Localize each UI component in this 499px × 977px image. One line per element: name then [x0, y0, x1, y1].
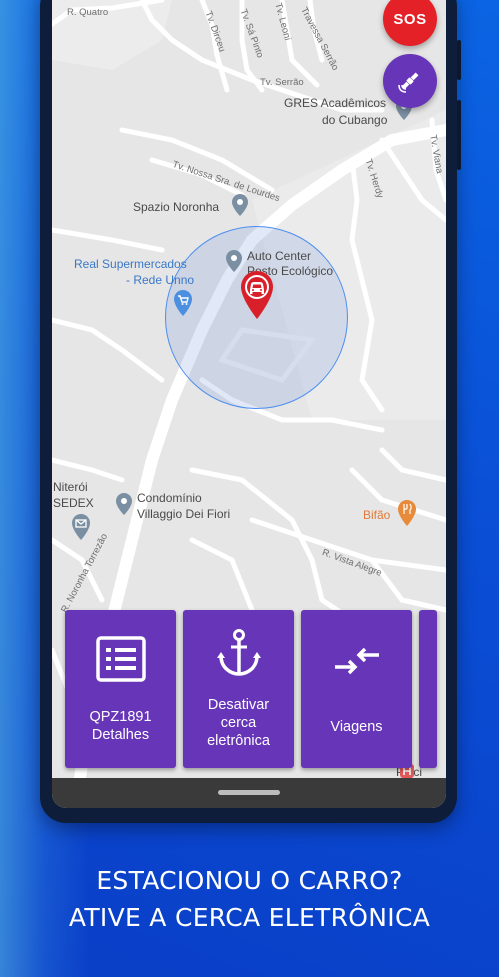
- place-label: Real Supermercados: [74, 257, 187, 271]
- place-label: Niterói: [53, 480, 88, 494]
- fence-label: cerca: [220, 715, 257, 731]
- place-label: SEDEX: [53, 496, 94, 510]
- place-label: Bifão: [363, 508, 391, 522]
- place-label: Condomínio: [137, 491, 202, 505]
- next-card-peek[interactable]: [419, 610, 437, 768]
- headline-line-2: ATIVE A CERCA ELETRÔNICA: [68, 903, 431, 932]
- navigation-bar: [52, 778, 446, 808]
- place-label: GRES Acadêmicos: [284, 96, 387, 110]
- anchor-icon: [216, 629, 261, 676]
- place-label: Villaggio Dei Fiori: [137, 507, 231, 521]
- list-icon: [95, 636, 146, 682]
- electronic-label: eletrônica: [207, 733, 270, 749]
- place-label: do Cubango: [322, 113, 388, 127]
- headline-line-1: ESTACIONOU O CARRO?: [96, 866, 403, 895]
- place-label: Spazio Noronha: [133, 200, 220, 214]
- trips-label: Viagens: [330, 719, 383, 735]
- volume-button: [457, 40, 461, 80]
- restaurant-pin-icon[interactable]: [398, 500, 416, 526]
- details-label: Detalhes: [91, 727, 150, 743]
- place-label: Auto Center: [247, 249, 312, 263]
- disable-geofence-card[interactable]: Desativar cerca eletrônica: [183, 610, 294, 768]
- phone-screen: R. Quatro Tv. Dirceu Tv. Sá Pinto Tv. Le…: [52, 0, 446, 808]
- action-cards: QPZ1891 Detalhes Desativar cerca eletrôn…: [52, 610, 446, 770]
- vehicle-plate-label: QPZ1891: [89, 709, 152, 725]
- place-label: - Rede Unno: [126, 273, 195, 287]
- satellite-icon: [398, 72, 419, 93]
- sos-label: SOS: [393, 10, 427, 28]
- home-gesture-handle[interactable]: [218, 790, 280, 795]
- trips-card[interactable]: Viagens: [301, 610, 412, 768]
- place-pin-icon[interactable]: [226, 250, 242, 272]
- shopping-cart-pin-icon[interactable]: [174, 290, 192, 316]
- street-label: R. Quatro: [67, 7, 109, 18]
- disable-label: Desativar: [207, 697, 270, 713]
- mail-pin-icon[interactable]: [72, 514, 90, 540]
- street-label: Tv. Serrão: [260, 77, 304, 88]
- place-pin-icon[interactable]: [232, 194, 248, 216]
- satellite-button[interactable]: [383, 54, 437, 108]
- power-button: [457, 100, 461, 170]
- vehicle-details-card[interactable]: QPZ1891 Detalhes: [65, 610, 176, 768]
- arrows-exchange-icon: [334, 647, 379, 675]
- car-location-pin-icon[interactable]: [240, 270, 274, 320]
- place-pin-icon[interactable]: [116, 493, 132, 515]
